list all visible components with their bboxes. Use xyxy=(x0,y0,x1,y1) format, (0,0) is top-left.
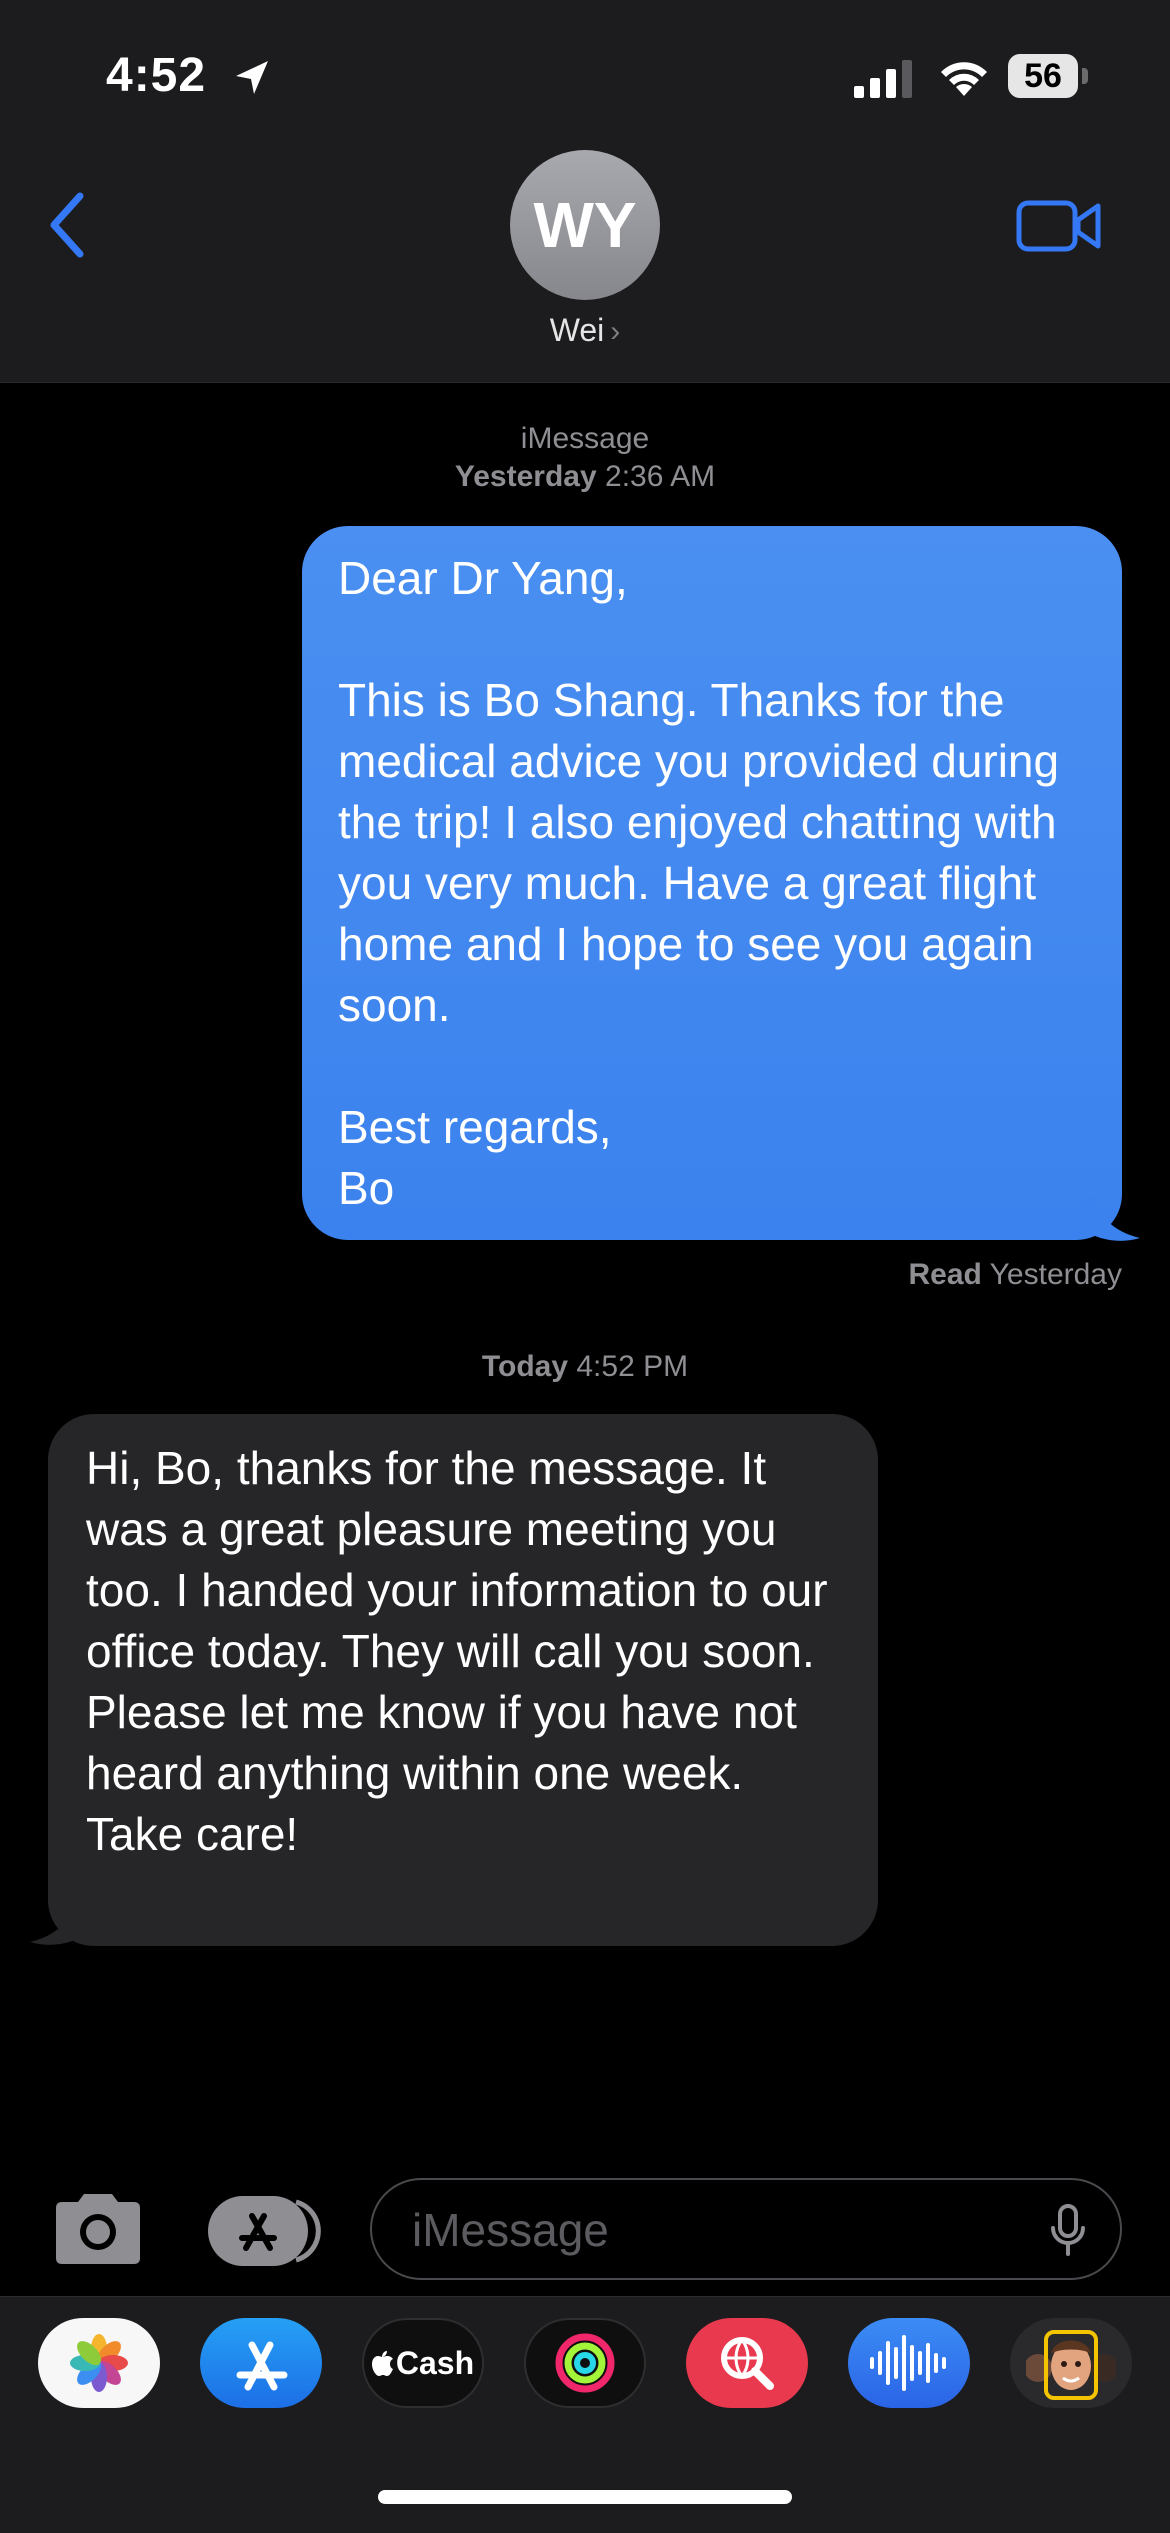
location-arrow-icon xyxy=(236,61,268,94)
message-input[interactable] xyxy=(410,2180,1014,2280)
received-bubble-tail xyxy=(30,1900,86,1945)
home-indicator[interactable] xyxy=(378,2490,792,2504)
app-store-apps-icon[interactable] xyxy=(208,2196,322,2266)
message-composer[interactable] xyxy=(370,2178,1122,2280)
sent-message-bubble[interactable]: Dear Dr Yang, This is Bo Shang. Thanks f… xyxy=(302,526,1122,1240)
contact-name-button[interactable]: Wei › xyxy=(0,312,1170,349)
wifi-icon xyxy=(941,62,987,96)
microphone-icon[interactable] xyxy=(1050,2204,1086,2258)
cellular-signal-icon xyxy=(854,60,912,98)
activity-rings xyxy=(555,2333,615,2393)
photos-flower xyxy=(70,2334,128,2392)
chevron-right-icon: › xyxy=(610,315,621,348)
conversation-timestamp-1: iMessage Yesterday 2:36 AM xyxy=(0,420,1170,496)
contact-name: Wei xyxy=(549,312,605,348)
waveform-glyph xyxy=(870,2335,946,2391)
contact-avatar[interactable]: WY xyxy=(510,150,660,300)
memoji-face xyxy=(1026,2330,1116,2400)
status-time: 4:52 xyxy=(106,49,207,102)
battery-indicator: 56 xyxy=(1008,54,1088,98)
sent-bubble-tail xyxy=(1084,1196,1140,1241)
service-label: iMessage xyxy=(520,422,650,455)
conversation-timestamp-2: Today 4:52 PM xyxy=(481,1350,689,1383)
audio-message-icon[interactable] xyxy=(848,2318,970,2408)
read-receipt: Read Yesterday xyxy=(908,1258,1122,1291)
facetime-video-icon[interactable] xyxy=(1016,198,1102,254)
cash-label: Cash xyxy=(395,2344,475,2381)
app-store-icon[interactable] xyxy=(200,2318,322,2408)
search-images-icon[interactable] xyxy=(686,2318,808,2408)
battery-level: 56 xyxy=(1008,54,1078,98)
camera-icon[interactable] xyxy=(50,2190,146,2266)
app-store-glyph xyxy=(236,2341,288,2391)
back-button[interactable] xyxy=(44,190,94,260)
memoji-icon[interactable] xyxy=(1010,2318,1132,2408)
conversation-header: 4:52 56 WY Wei › xyxy=(0,0,1170,383)
apple-cash-icon[interactable]: Cash xyxy=(362,2318,484,2408)
globe-search-glyph xyxy=(721,2337,774,2390)
activity-icon[interactable] xyxy=(524,2318,646,2408)
timestamp: Yesterday 2:36 AM xyxy=(454,460,716,493)
battery-tip xyxy=(1082,68,1088,84)
apple-logo-icon xyxy=(371,2351,393,2376)
photos-icon[interactable] xyxy=(38,2318,160,2408)
received-message-bubble[interactable]: Hi, Bo, thanks for the message. It was a… xyxy=(48,1414,878,1946)
